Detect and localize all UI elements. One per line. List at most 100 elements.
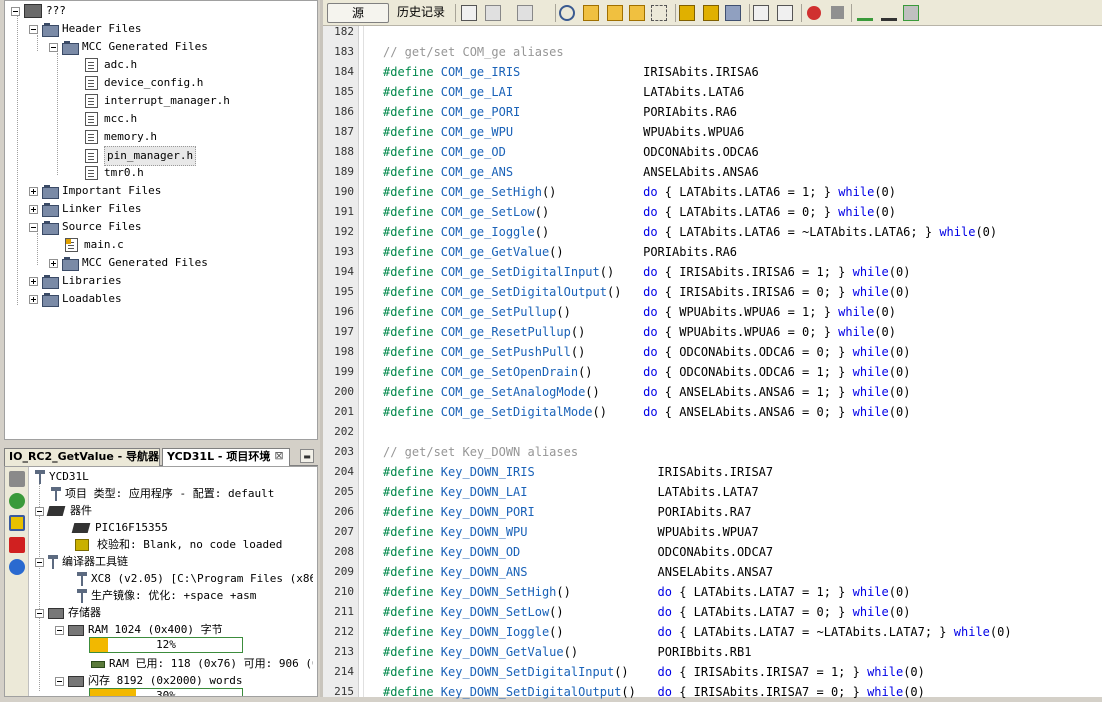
help-icon[interactable] bbox=[9, 559, 25, 575]
code-line[interactable]: #define COM_ge_SetOpenDrain() do { ODCON… bbox=[383, 362, 910, 382]
tree-file-mcc-h[interactable]: mcc.h bbox=[85, 110, 137, 128]
code-line[interactable]: #define COM_ge_GetValue() PORIAbits.RA6 bbox=[383, 242, 737, 262]
expand-icon[interactable] bbox=[49, 258, 58, 268]
expand-icon[interactable] bbox=[29, 294, 38, 304]
pdf-icon[interactable] bbox=[9, 537, 25, 553]
tree-folder-loadables[interactable]: Loadables bbox=[29, 290, 122, 308]
code-line[interactable]: #define COM_ge_OD ODCONAbits.ODCA6 bbox=[383, 142, 759, 162]
tree-folder-libraries[interactable]: Libraries bbox=[29, 272, 122, 290]
code-line[interactable]: #define Key_DOWN_SetDigitalInput() do { … bbox=[383, 662, 925, 682]
expand-icon[interactable] bbox=[29, 204, 38, 214]
env-ram[interactable]: RAM 1024 (0x400) 字节 bbox=[55, 621, 223, 638]
tree-folder-source-files[interactable]: Source Files bbox=[29, 218, 141, 236]
tree-file-device-config-h[interactable]: device_config.h bbox=[85, 74, 203, 92]
tab-history[interactable]: 历史记录 bbox=[389, 3, 453, 23]
collapse-icon[interactable] bbox=[55, 625, 64, 635]
code-token: #define bbox=[383, 125, 441, 139]
env-device-group[interactable]: 器件 bbox=[35, 502, 92, 519]
code-line[interactable]: #define Key_DOWN_LAI LATAbits.LATA7 bbox=[383, 482, 759, 502]
tree-folder-header-files[interactable]: Header Files bbox=[29, 20, 141, 38]
toggle-highlight-icon[interactable] bbox=[629, 5, 645, 21]
toggle-bookmark-icon[interactable] bbox=[725, 5, 741, 21]
forward-icon[interactable] bbox=[517, 5, 533, 21]
stop-macro-icon[interactable] bbox=[831, 6, 844, 19]
code-line[interactable]: #define COM_ge_SetPushPull() do { ODCONA… bbox=[383, 342, 910, 362]
code-line[interactable]: #define COM_ge_ANS ANSELAbits.ANSA6 bbox=[383, 162, 759, 182]
tree-file-pin-manager-h[interactable]: pin_manager.h bbox=[85, 146, 197, 166]
code-line[interactable]: #define COM_ge_ResetPullup() do { WPUAbi… bbox=[383, 322, 896, 342]
tree-folder-important-files[interactable]: Important Files bbox=[29, 182, 161, 200]
find-icon[interactable] bbox=[559, 5, 575, 21]
code-line[interactable]: #define COM_ge_SetDigitalInput() do { IR… bbox=[383, 262, 910, 282]
code-line[interactable]: // get/set Key_DOWN aliases bbox=[383, 442, 578, 462]
collapse-icon[interactable] bbox=[29, 24, 38, 34]
code-line[interactable]: #define Key_DOWN_SetLow() do { LATAbits.… bbox=[383, 602, 910, 622]
minimize-icon[interactable]: ▬ bbox=[300, 449, 314, 463]
find-previous-icon[interactable] bbox=[583, 5, 599, 21]
shift-right-icon[interactable] bbox=[777, 5, 793, 21]
code-token: (0) bbox=[888, 585, 911, 599]
code-line[interactable]: #define Key_DOWN_Ioggle() do { LATAbits.… bbox=[383, 622, 1012, 642]
code-line[interactable]: #define COM_ge_WPU WPUAbits.WPUA6 bbox=[383, 122, 744, 142]
code-line[interactable]: #define COM_ge_SetAnalogMode() do { ANSE… bbox=[383, 382, 910, 402]
collapse-icon[interactable] bbox=[11, 6, 20, 16]
collapse-icon[interactable] bbox=[29, 222, 38, 232]
tree-folder-source-mcc-generated[interactable]: MCC Generated Files bbox=[49, 254, 208, 272]
code-line[interactable]: #define Key_DOWN_SetDigitalOutput() do {… bbox=[383, 682, 925, 702]
uncomment-icon[interactable] bbox=[881, 5, 897, 21]
tree-root[interactable]: ??? bbox=[11, 2, 66, 20]
code-line[interactable]: #define COM_ge_IRIS IRISAbits.IRISA6 bbox=[383, 62, 759, 82]
find-next-icon[interactable] bbox=[607, 5, 623, 21]
code-line[interactable]: #define COM_ge_LAI LATAbits.LATA6 bbox=[383, 82, 744, 102]
project-tree[interactable]: ??? Header Files MCC Generated Files adc… bbox=[4, 0, 318, 440]
tree-file-main-c[interactable]: main.c bbox=[65, 236, 124, 254]
code-line[interactable]: #define COM_ge_Ioggle() do { LATAbits.LA… bbox=[383, 222, 997, 242]
code-line[interactable]: #define Key_DOWN_OD ODCONAbits.ODCA7 bbox=[383, 542, 773, 562]
chip-icon[interactable] bbox=[9, 515, 25, 531]
code-line[interactable]: #define Key_DOWN_IRIS IRISAbits.IRISA7 bbox=[383, 462, 773, 482]
tab-navigator[interactable]: IO_RC2_GetValue - 导航器 bbox=[4, 448, 160, 466]
select-icon[interactable] bbox=[651, 5, 667, 21]
code-line[interactable]: #define Key_DOWN_GetValue() PORIBbits.RB… bbox=[383, 642, 751, 662]
tab-source[interactable]: 源 bbox=[327, 3, 389, 23]
code-line[interactable]: #define Key_DOWN_PORI PORIAbits.RA7 bbox=[383, 502, 751, 522]
expand-icon[interactable] bbox=[29, 186, 38, 196]
collapse-icon[interactable] bbox=[35, 557, 44, 567]
expand-icon[interactable] bbox=[29, 276, 38, 286]
code-line[interactable]: #define COM_ge_SetDigitalOutput() do { I… bbox=[383, 282, 910, 302]
collapse-icon[interactable] bbox=[35, 608, 44, 618]
code-line[interactable]: #define COM_ge_SetLow() do { LATAbits.LA… bbox=[383, 202, 896, 222]
tree-file-adc-h[interactable]: adc.h bbox=[85, 56, 137, 74]
previous-bookmark-icon[interactable] bbox=[679, 5, 695, 21]
comment-icon[interactable] bbox=[857, 5, 873, 21]
close-tab-icon[interactable]: ⊠ bbox=[272, 449, 286, 463]
collapse-icon[interactable] bbox=[55, 676, 64, 686]
tab-project-environment[interactable]: YCD31L - 项目环境 bbox=[162, 448, 290, 466]
next-bookmark-icon[interactable] bbox=[703, 5, 719, 21]
tree-folder-mcc-generated[interactable]: MCC Generated Files bbox=[49, 38, 208, 56]
code-line[interactable]: #define COM_ge_SetDigitalMode() do { ANS… bbox=[383, 402, 910, 422]
code-line[interactable]: #define Key_DOWN_SetHigh() do { LATAbits… bbox=[383, 582, 910, 602]
collapse-icon[interactable] bbox=[35, 506, 44, 516]
record-macro-icon[interactable] bbox=[807, 6, 821, 20]
env-memory-group[interactable]: 存储器 bbox=[35, 604, 101, 621]
code-line[interactable]: #define COM_ge_PORI PORIAbits.RA6 bbox=[383, 102, 737, 122]
code-line[interactable]: #define COM_ge_SetHigh() do { LATAbits.L… bbox=[383, 182, 896, 202]
code-line[interactable]: #define COM_ge_SetPullup() do { WPUAbits… bbox=[383, 302, 896, 322]
refresh-icon[interactable] bbox=[9, 493, 25, 509]
tree-file-memory-h[interactable]: memory.h bbox=[85, 128, 157, 146]
code-line[interactable]: #define Key_DOWN_WPU WPUAbits.WPUA7 bbox=[383, 522, 759, 542]
tree-file-interrupt-manager-h[interactable]: interrupt_manager.h bbox=[85, 92, 230, 110]
code-line[interactable]: // get/set COM_ge aliases bbox=[383, 42, 564, 62]
shift-left-icon[interactable] bbox=[753, 5, 769, 21]
collapse-icon[interactable] bbox=[49, 42, 58, 52]
diff-icon[interactable] bbox=[903, 5, 919, 21]
env-toolchain-group[interactable]: 编译器工具链 bbox=[35, 553, 128, 570]
last-edit-icon[interactable] bbox=[461, 5, 477, 21]
back-icon[interactable] bbox=[485, 5, 501, 21]
code-line[interactable]: #define Key_DOWN_ANS ANSELAbits.ANSA7 bbox=[383, 562, 773, 582]
env-flash[interactable]: 闪存 8192 (0x2000) words bbox=[55, 672, 242, 689]
dashboard-settings-icon[interactable] bbox=[9, 471, 25, 487]
tree-folder-linker-files[interactable]: Linker Files bbox=[29, 200, 141, 218]
tree-file-tmr0-h[interactable]: tmr0.h bbox=[85, 164, 144, 182]
